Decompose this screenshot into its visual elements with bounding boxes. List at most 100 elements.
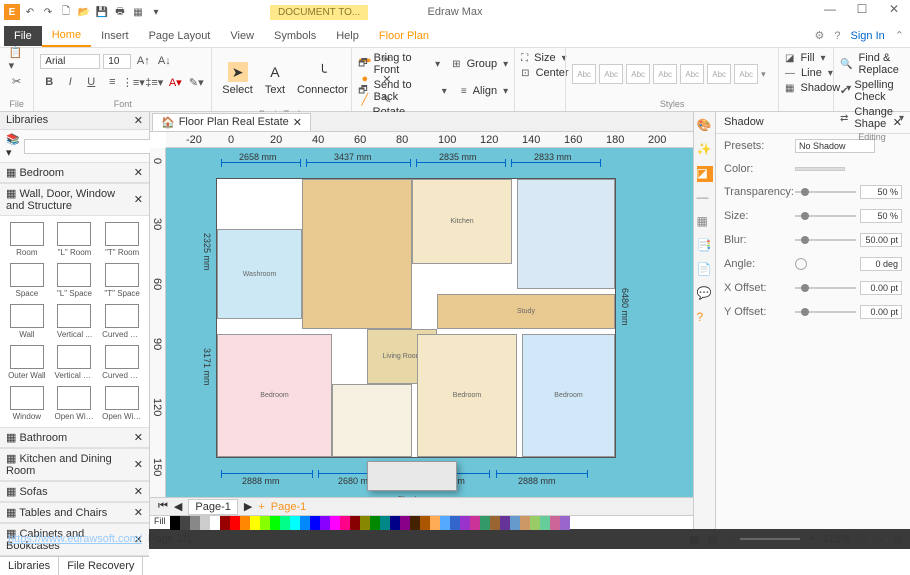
shadow-panel-icon[interactable]: ▦	[697, 214, 713, 230]
undo-icon[interactable]: ↶	[22, 4, 38, 20]
shadow-button[interactable]: ▦ Shadow ▾	[785, 81, 827, 95]
tab-help[interactable]: Help	[326, 26, 369, 46]
color-swatch[interactable]	[500, 516, 510, 530]
font-family-select[interactable]	[40, 54, 100, 69]
file-menu-button[interactable]: File	[4, 26, 42, 46]
color-swatch[interactable]	[360, 516, 370, 530]
tab-insert[interactable]: Insert	[91, 26, 139, 46]
room-dining[interactable]	[302, 179, 412, 329]
document-tab[interactable]: 🏠 Floor Plan Real Estate ✕	[152, 113, 311, 131]
color-swatch[interactable]	[440, 516, 450, 530]
shape-item[interactable]: Outer Wall	[4, 343, 50, 382]
align-left-icon[interactable]: ≡	[103, 73, 121, 91]
shape-item[interactable]: "T" Room	[99, 220, 145, 259]
line-button[interactable]: — Line ▾	[785, 66, 827, 80]
room-bedroom-2[interactable]: Bedroom	[417, 334, 517, 457]
libraries-tab[interactable]: Libraries	[0, 557, 59, 575]
text-tool[interactable]: AText	[261, 60, 289, 98]
zoom-out-icon[interactable]: −	[726, 533, 732, 545]
select-tool[interactable]: ➤Select	[218, 60, 257, 98]
shape-item[interactable]: Vertical ...	[52, 302, 98, 341]
print-icon[interactable]: 🖶	[112, 4, 128, 20]
color-swatch[interactable]	[280, 516, 290, 530]
align-button[interactable]: ≡ Align ▾	[461, 78, 508, 104]
color-swatch[interactable]	[320, 516, 330, 530]
color-swatch[interactable]	[550, 516, 560, 530]
style-preset[interactable]: Abc	[680, 64, 704, 84]
shape-item[interactable]: Curved W...	[99, 302, 145, 341]
page-nav-first-icon[interactable]: ⏮	[158, 500, 168, 513]
connector-tool[interactable]: ╰Connector	[293, 60, 352, 98]
bullets-icon[interactable]: ⋮≡▾	[124, 73, 142, 91]
xoffset-value[interactable]: 0.00 pt	[860, 281, 902, 295]
color-swatch[interactable]	[470, 516, 480, 530]
shape-item[interactable]: Open Win...	[99, 384, 145, 423]
color-swatch[interactable]	[430, 516, 440, 530]
add-page-icon[interactable]: +	[258, 501, 264, 513]
line-panel-icon[interactable]: —	[697, 190, 713, 206]
theme-icon[interactable]: 🎨	[697, 118, 713, 134]
blur-slider[interactable]	[795, 239, 856, 241]
room-bedroom-1[interactable]: Bedroom	[217, 334, 332, 457]
send-to-back-button[interactable]: 🗗 Send to Back ▾	[358, 78, 447, 104]
color-swatch[interactable]	[420, 516, 430, 530]
doc-tab-close-icon[interactable]: ✕	[293, 116, 302, 129]
shape-item[interactable]: Wall	[4, 302, 50, 341]
color-swatch[interactable]	[340, 516, 350, 530]
line-spacing-icon[interactable]: ‡≡▾	[145, 73, 163, 91]
open-icon[interactable]: 📂	[76, 4, 92, 20]
color-swatch[interactable]	[540, 516, 550, 530]
libraries-close-icon[interactable]: ✕	[134, 114, 143, 127]
shape-item[interactable]: "L" Room	[52, 220, 98, 259]
find-replace-button[interactable]: 🔍 Find & Replace	[840, 51, 904, 77]
close-button[interactable]: ✕	[882, 2, 906, 16]
page-tab[interactable]: Page-1	[188, 499, 237, 515]
angle-value[interactable]: 0 deg	[860, 257, 902, 271]
color-swatch[interactable]	[400, 516, 410, 530]
properties-icon[interactable]: 📄	[697, 262, 713, 278]
close-icon[interactable]: ✕	[134, 431, 143, 444]
cut-icon[interactable]: ✂	[8, 72, 26, 90]
grow-font-icon[interactable]: A↑	[134, 52, 152, 70]
xoffset-slider[interactable]	[795, 287, 856, 289]
style-preset[interactable]: Abc	[734, 64, 758, 84]
size-slider[interactable]	[795, 215, 856, 217]
shape-item[interactable]: Space	[4, 261, 50, 300]
color-swatch[interactable]	[250, 516, 260, 530]
file-recovery-tab[interactable]: File Recovery	[59, 557, 143, 575]
view-mode-icon[interactable]: ▦	[689, 533, 699, 546]
zoom-in-icon[interactable]: +	[808, 533, 814, 545]
italic-button[interactable]: I	[61, 73, 79, 91]
canvas[interactable]: 2658 mm 3437 mm 2835 mm 2833 mm 2888 mm …	[166, 148, 693, 497]
view-mode-icon[interactable]: ▤	[707, 533, 717, 546]
color-swatch[interactable]	[180, 516, 190, 530]
style-preset[interactable]: Abc	[572, 64, 596, 84]
qat-dropdown-icon[interactable]: ▾	[148, 4, 164, 20]
library-category[interactable]: ▦ Sofas✕	[0, 481, 149, 502]
library-menu-icon[interactable]: 📚▾	[6, 133, 20, 159]
shape-item[interactable]: Vertical O...	[52, 343, 98, 382]
color-swatch[interactable]	[190, 516, 200, 530]
transparency-slider[interactable]	[795, 191, 856, 193]
color-swatch[interactable]	[300, 516, 310, 530]
color-swatch[interactable]	[230, 516, 240, 530]
bold-button[interactable]: B	[40, 73, 58, 91]
fill-panel-icon[interactable]: ◪	[697, 166, 713, 182]
redo-icon[interactable]: ↷	[40, 4, 56, 20]
shape-item[interactable]: Room	[4, 220, 50, 259]
shape-item[interactable]: Window	[4, 384, 50, 423]
close-icon[interactable]: ✕	[134, 166, 143, 179]
shape-item[interactable]: "T" Space	[99, 261, 145, 300]
tab-view[interactable]: View	[220, 26, 264, 46]
color-swatch[interactable]	[220, 516, 230, 530]
new-icon[interactable]: 🗋	[58, 4, 74, 20]
color-swatch[interactable]	[170, 516, 180, 530]
fullscreen-icon[interactable]: ⊡	[893, 533, 902, 546]
room-office[interactable]	[517, 179, 615, 289]
color-swatch[interactable]	[410, 516, 420, 530]
style-preset[interactable]: Abc	[653, 64, 677, 84]
blur-value[interactable]: 50.00 pt	[860, 233, 902, 247]
color-swatch[interactable]	[330, 516, 340, 530]
page-nav-next-icon[interactable]: ▶	[244, 500, 252, 513]
change-shape-button[interactable]: ⇄ Change Shape ▾	[840, 105, 904, 131]
